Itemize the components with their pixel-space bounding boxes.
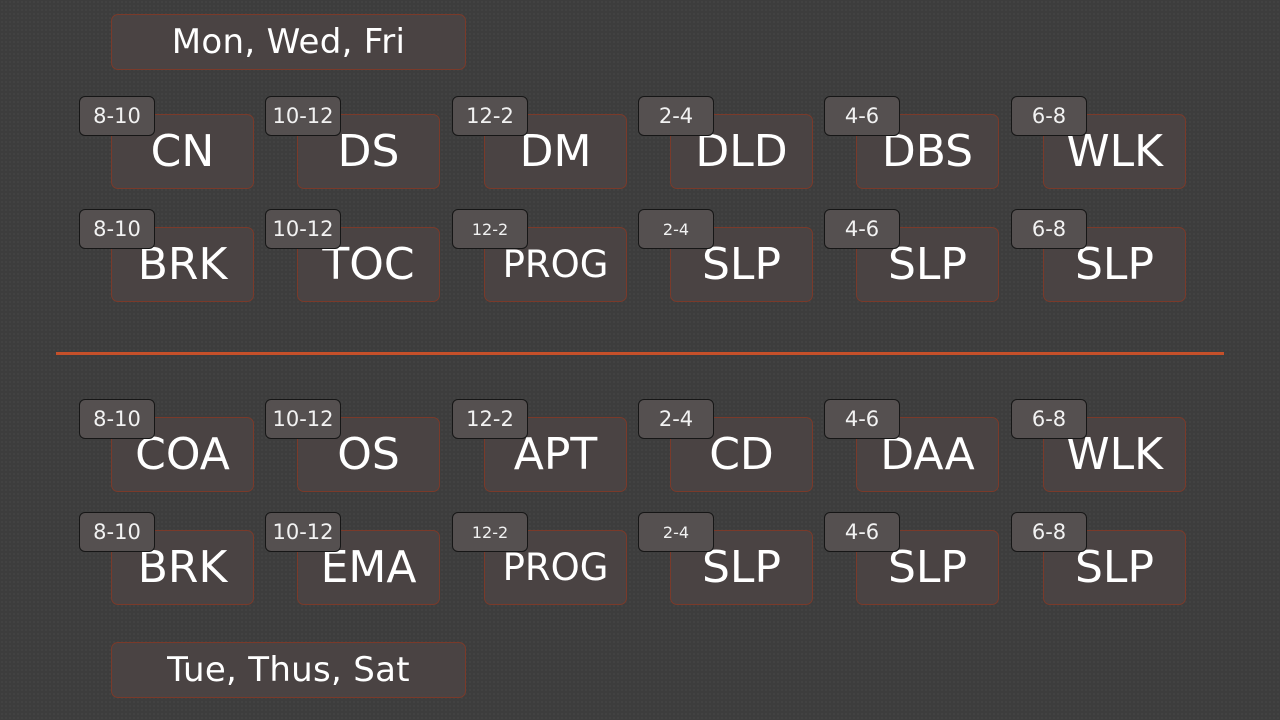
slot: EMA 10-12 <box>265 512 455 612</box>
schedule-row-b1: COA 8-10 OS 10-12 APT 12-2 CD 2-4 DAA 4-… <box>0 399 1280 509</box>
slot: BRK 8-10 <box>79 209 269 309</box>
time-badge: 6-8 <box>1011 399 1087 439</box>
time-badge: 2-4 <box>638 399 714 439</box>
slot: CN 8-10 <box>79 96 269 196</box>
slot: DS 10-12 <box>265 96 455 196</box>
time-badge: 2-4 <box>638 512 714 552</box>
day-label-tue-thus-sat: Tue, Thus, Sat <box>111 642 466 698</box>
time-badge: 8-10 <box>79 96 155 136</box>
slot: DBS 4-6 <box>824 96 1014 196</box>
slot: COA 8-10 <box>79 399 269 499</box>
time-badge: 2-4 <box>638 209 714 249</box>
time-badge: 2-4 <box>638 96 714 136</box>
time-badge: 10-12 <box>265 512 341 552</box>
slot: CD 2-4 <box>638 399 828 499</box>
time-badge: 8-10 <box>79 399 155 439</box>
time-badge: 10-12 <box>265 96 341 136</box>
slot: SLP 2-4 <box>638 512 828 612</box>
slot: WLK 6-8 <box>1011 96 1201 196</box>
time-badge: 6-8 <box>1011 209 1087 249</box>
slot: APT 12-2 <box>452 399 642 499</box>
schedule-row-b2: BRK 8-10 EMA 10-12 PROG 12-2 SLP 2-4 SLP… <box>0 512 1280 622</box>
slot: SLP 2-4 <box>638 209 828 309</box>
time-badge: 12-2 <box>452 209 528 249</box>
time-badge: 8-10 <box>79 512 155 552</box>
time-badge: 8-10 <box>79 209 155 249</box>
time-badge: 4-6 <box>824 209 900 249</box>
slot: OS 10-12 <box>265 399 455 499</box>
time-badge: 12-2 <box>452 512 528 552</box>
time-badge: 4-6 <box>824 512 900 552</box>
slot: SLP 4-6 <box>824 209 1014 309</box>
slot: TOC 10-12 <box>265 209 455 309</box>
slot: SLP 4-6 <box>824 512 1014 612</box>
slot: BRK 8-10 <box>79 512 269 612</box>
slot: PROG 12-2 <box>452 209 642 309</box>
time-badge: 4-6 <box>824 96 900 136</box>
time-badge: 12-2 <box>452 96 528 136</box>
divider-line <box>56 352 1224 355</box>
schedule-row-a2: BRK 8-10 TOC 10-12 PROG 12-2 SLP 2-4 SLP… <box>0 209 1280 319</box>
slot: WLK 6-8 <box>1011 399 1201 499</box>
slot: SLP 6-8 <box>1011 512 1201 612</box>
slot: SLP 6-8 <box>1011 209 1201 309</box>
time-badge: 10-12 <box>265 209 341 249</box>
slot: DLD 2-4 <box>638 96 828 196</box>
slot: DAA 4-6 <box>824 399 1014 499</box>
time-badge: 10-12 <box>265 399 341 439</box>
slot: DM 12-2 <box>452 96 642 196</box>
time-badge: 6-8 <box>1011 512 1087 552</box>
slot: PROG 12-2 <box>452 512 642 612</box>
time-badge: 4-6 <box>824 399 900 439</box>
time-badge: 6-8 <box>1011 96 1087 136</box>
schedule-row-a1: CN 8-10 DS 10-12 DM 12-2 DLD 2-4 DBS 4-6… <box>0 96 1280 206</box>
time-badge: 12-2 <box>452 399 528 439</box>
day-label-mon-wed-fri: Mon, Wed, Fri <box>111 14 466 70</box>
